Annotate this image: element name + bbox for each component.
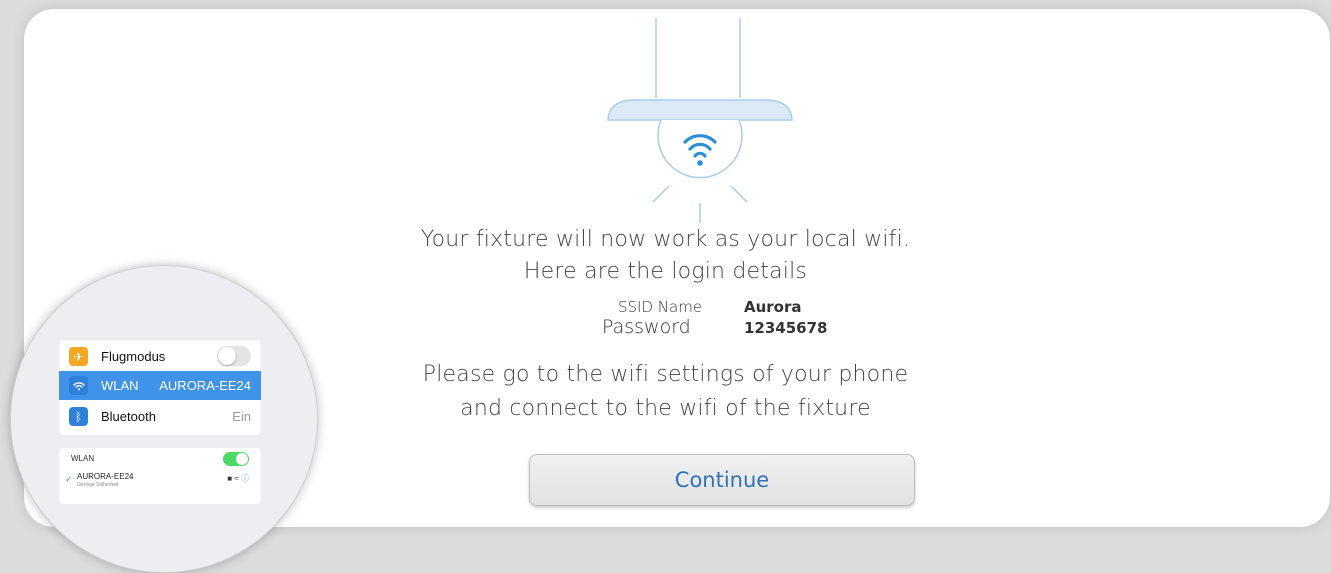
network-status-icons: ■ ≈ ⓘ	[227, 473, 249, 484]
settings-row-label: Flugmodus	[101, 349, 166, 364]
continue-button[interactable]: Continue	[529, 454, 915, 506]
settings-row-bluetooth[interactable]: ᛒ Bluetooth Ein	[59, 402, 261, 431]
password-row: Password 12345678	[600, 316, 900, 338]
phone-settings-magnifier: ✈ Flugmodus WLAN AURORA-EE24 ᛒ Bluetooth…	[10, 265, 318, 573]
bluetooth-icon: ᛒ	[69, 407, 88, 426]
airplane-icon: ✈	[69, 347, 88, 366]
airplane-mode-toggle[interactable]	[217, 346, 251, 366]
password-value: 12345678	[744, 319, 828, 337]
settings-row-label: Bluetooth	[101, 409, 156, 424]
wifi-icon: ≈	[234, 474, 239, 483]
network-security: Geringe Sicherheit	[77, 482, 119, 488]
checkmark-icon: ✓	[65, 474, 73, 484]
settings-row-wlan[interactable]: WLAN AURORA-EE24	[59, 371, 261, 400]
password-label: Password	[602, 316, 691, 338]
settings-row-label: WLAN	[101, 378, 139, 393]
info-icon[interactable]: ⓘ	[241, 474, 249, 483]
ssid-label: SSID Name	[618, 298, 703, 316]
wlan-toggle[interactable]	[223, 452, 249, 466]
headline-line-1: Your fixture will now work as your local…	[420, 227, 911, 252]
settings-row-value: AURORA-EE24	[159, 378, 251, 393]
ssid-value: Aurora	[744, 298, 802, 316]
settings-list: ✈ Flugmodus WLAN AURORA-EE24 ᛒ Bluetooth…	[59, 340, 261, 435]
lamp-illustration	[607, 18, 793, 223]
lock-icon: ■	[227, 474, 233, 483]
wlan-panel: WLAN ✓ AURORA-EE24 Geringe Sicherheit ■ …	[59, 448, 261, 504]
settings-row-value: Ein	[232, 409, 251, 424]
network-name[interactable]: AURORA-EE24	[77, 472, 133, 481]
wifi-icon	[69, 376, 88, 395]
wlan-panel-title: WLAN	[71, 454, 95, 463]
settings-row-flugmodus[interactable]: ✈ Flugmodus	[59, 342, 261, 371]
